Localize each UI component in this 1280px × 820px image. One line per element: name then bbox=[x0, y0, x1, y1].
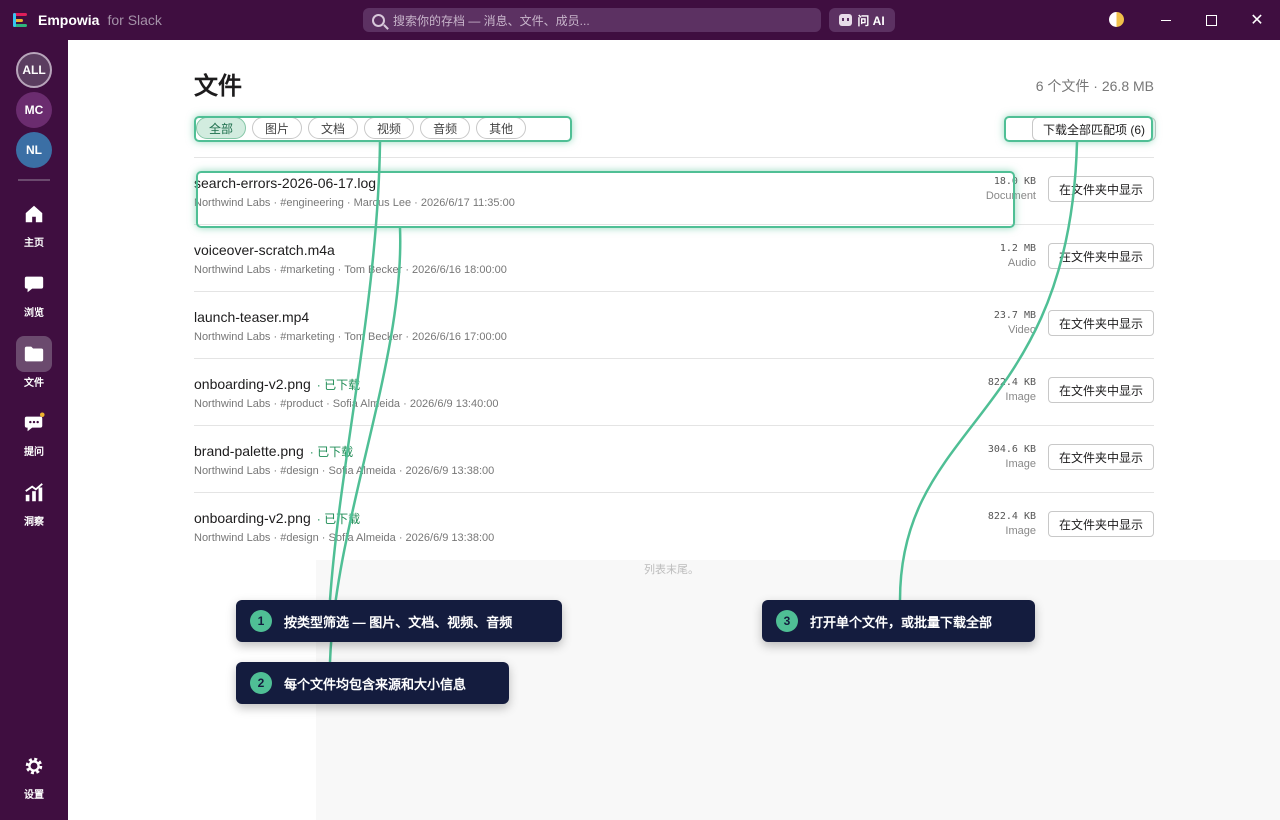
sidebar-item-label: 文件 bbox=[24, 378, 44, 389]
file-type: Image bbox=[1005, 391, 1036, 403]
file-row: launch-teaser.mp4 Northwind Labs · #mark… bbox=[194, 292, 1154, 359]
workspace-all[interactable]: ALL bbox=[16, 52, 52, 88]
downloaded-badge: · 已下载 bbox=[316, 378, 361, 392]
show-in-folder-button[interactable]: 在文件夹中显示 bbox=[1048, 511, 1154, 537]
gear-icon bbox=[16, 748, 52, 784]
filter-other[interactable]: 其他 bbox=[476, 117, 527, 139]
show-in-folder-button[interactable]: 在文件夹中显示 bbox=[1048, 377, 1154, 403]
file-meta: Northwind Labs · #marketing · Tom Becker… bbox=[194, 331, 507, 343]
close-button[interactable]: ✕ bbox=[1248, 11, 1266, 29]
file-row: search-errors-2026-06-17.log Northwind L… bbox=[194, 158, 1154, 225]
sidebar-item-label: 浏览 bbox=[24, 308, 44, 319]
file-size: 822.4 KB bbox=[987, 511, 1036, 522]
sidebar-item-label: 提问 bbox=[24, 447, 44, 458]
download-all-button[interactable]: 下载全部匹配项 (6) bbox=[1032, 117, 1157, 141]
list-end-note: 列表末尾。 bbox=[644, 564, 699, 576]
file-type: Image bbox=[1005, 525, 1036, 537]
file-type: Video bbox=[1008, 324, 1036, 336]
file-name[interactable]: brand-palette.png · 已下载 bbox=[194, 443, 353, 460]
show-in-folder-button[interactable]: 在文件夹中显示 bbox=[1048, 310, 1154, 336]
file-type: Audio bbox=[1007, 257, 1036, 269]
ask-ai-label: 问 AI bbox=[857, 13, 885, 28]
type-filter: 全部 图片 文档 视频 音频 其他 bbox=[196, 117, 532, 141]
app-subtitle: for Slack bbox=[107, 12, 162, 28]
maximize-button[interactable] bbox=[1202, 11, 1220, 29]
minimize-button[interactable] bbox=[1157, 11, 1175, 29]
file-row: onboarding-v2.png · 已下载 Northwind Labs · … bbox=[194, 493, 1154, 560]
file-size: 1.2 MB bbox=[999, 243, 1036, 254]
brand: Empowia for Slack bbox=[0, 12, 360, 28]
file-size: 18.0 KB bbox=[993, 176, 1036, 187]
callout-text: 打开单个文件，或批量下载全部 bbox=[810, 614, 993, 630]
page-title: 文件 bbox=[194, 73, 242, 100]
callout-file-info: 2 每个文件均包含来源和大小信息 bbox=[236, 662, 509, 704]
search-placeholder: 搜索你的存档 — 消息、文件、成员... bbox=[393, 13, 590, 28]
workspace-mc[interactable]: MC bbox=[16, 92, 52, 128]
filter-videos[interactable]: 视频 bbox=[364, 117, 415, 139]
file-meta: Northwind Labs · #design · Sofia Almeida… bbox=[194, 465, 495, 477]
callout-text: 每个文件均包含来源和大小信息 bbox=[284, 676, 467, 692]
sidebar-divider bbox=[18, 179, 50, 181]
downloaded-badge: · 已下载 bbox=[316, 512, 361, 526]
files-summary: 6 个文件 · 26.8 MB bbox=[1035, 78, 1154, 94]
home-icon bbox=[16, 196, 52, 232]
callout-download: 3 打开单个文件，或批量下载全部 bbox=[762, 600, 1035, 642]
robot-icon bbox=[839, 14, 853, 26]
sidebar-item-ask[interactable]: 提问 bbox=[0, 405, 68, 458]
file-name[interactable]: voiceover-scratch.m4a bbox=[194, 242, 341, 258]
show-in-folder-button[interactable]: 在文件夹中显示 bbox=[1048, 444, 1154, 470]
file-type: Image bbox=[1005, 458, 1036, 470]
search-input[interactable]: 搜索你的存档 — 消息、文件、成员... bbox=[363, 8, 821, 32]
ask-ai-button[interactable]: 问 AI bbox=[829, 8, 895, 32]
file-row: onboarding-v2.png · 已下载 Northwind Labs · … bbox=[194, 359, 1154, 426]
ask-bubble-icon bbox=[16, 405, 52, 441]
callout-number: 1 bbox=[250, 610, 272, 632]
file-size: 23.7 MB bbox=[993, 310, 1036, 321]
file-row: brand-palette.png · 已下载 Northwind Labs · … bbox=[194, 426, 1154, 493]
file-name[interactable]: search-errors-2026-06-17.log bbox=[194, 175, 382, 191]
file-name[interactable]: launch-teaser.mp4 bbox=[194, 309, 315, 325]
chart-icon bbox=[16, 475, 52, 511]
file-meta: Northwind Labs · #product · Sofia Almeid… bbox=[194, 398, 499, 410]
file-name[interactable]: onboarding-v2.png · 已下载 bbox=[194, 510, 360, 527]
app-name: Empowia bbox=[38, 12, 100, 28]
file-type: Document bbox=[985, 190, 1036, 202]
sidebar-item-insights[interactable]: 洞察 bbox=[0, 475, 68, 528]
file-meta: Northwind Labs · #engineering · Marcus L… bbox=[194, 197, 515, 209]
sidebar-item-home[interactable]: 主页 bbox=[0, 196, 68, 249]
filter-audio[interactable]: 音频 bbox=[420, 117, 471, 139]
filter-documents[interactable]: 文档 bbox=[308, 117, 359, 139]
filter-all[interactable]: 全部 bbox=[196, 117, 247, 139]
show-in-folder-button[interactable]: 在文件夹中显示 bbox=[1048, 176, 1154, 202]
file-size: 304.6 KB bbox=[987, 444, 1036, 455]
title-bar: Empowia for Slack 搜索你的存档 — 消息、文件、成员... 问… bbox=[0, 0, 1280, 40]
callout-number: 3 bbox=[776, 610, 798, 632]
sidebar-item-files[interactable]: 文件 bbox=[0, 336, 68, 389]
file-row: voiceover-scratch.m4a Northwind Labs · #… bbox=[194, 225, 1154, 292]
callout-filter: 1 按类型筛选 — 图片、文档、视频、音频 bbox=[236, 600, 562, 642]
sidebar-item-label: 设置 bbox=[24, 790, 44, 801]
theme-toggle-icon[interactable] bbox=[1109, 12, 1124, 27]
sidebar-item-label: 洞察 bbox=[24, 517, 44, 528]
file-name[interactable]: onboarding-v2.png · 已下载 bbox=[194, 376, 360, 393]
callout-number: 2 bbox=[250, 672, 272, 694]
sidebar-item-label: 主页 bbox=[24, 238, 44, 249]
callout-text: 按类型筛选 — 图片、文档、视频、音频 bbox=[284, 614, 513, 630]
chat-bubble-icon bbox=[16, 266, 52, 302]
file-meta: Northwind Labs · #marketing · Tom Becker… bbox=[194, 264, 507, 276]
app-logo-icon bbox=[13, 12, 29, 28]
downloaded-badge: · 已下载 bbox=[309, 445, 354, 459]
file-meta: Northwind Labs · #design · Sofia Almeida… bbox=[194, 532, 495, 544]
workspace-nl[interactable]: NL bbox=[16, 132, 52, 168]
sidebar: ALL MC NL 主页 浏览 文件 提问 洞察 设置 bbox=[0, 40, 68, 820]
file-size: 822.4 KB bbox=[987, 377, 1036, 388]
folder-icon bbox=[16, 336, 52, 372]
show-in-folder-button[interactable]: 在文件夹中显示 bbox=[1048, 243, 1154, 269]
search-icon bbox=[372, 13, 385, 27]
sidebar-item-browse[interactable]: 浏览 bbox=[0, 266, 68, 319]
sidebar-item-settings[interactable]: 设置 bbox=[0, 748, 68, 801]
filter-images[interactable]: 图片 bbox=[252, 117, 303, 139]
